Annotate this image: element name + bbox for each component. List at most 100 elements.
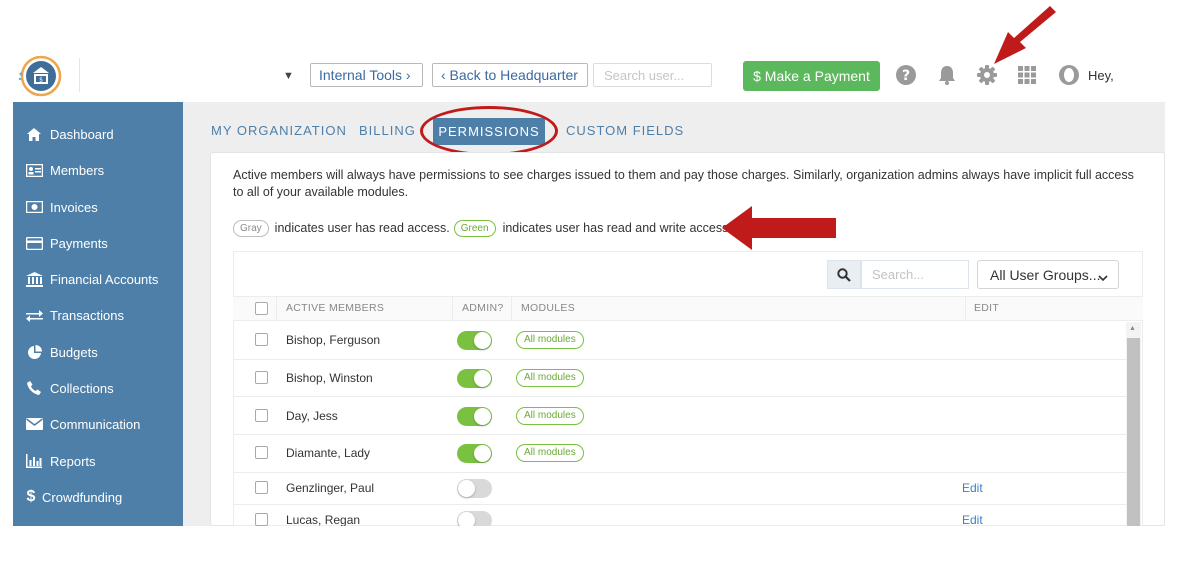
- search-icon[interactable]: [827, 260, 861, 289]
- tab-my-organization[interactable]: MY ORGANIZATION: [211, 123, 347, 138]
- column-divider: [965, 297, 966, 320]
- sidebar-item-label: Collections: [50, 380, 114, 396]
- admin-toggle[interactable]: [457, 331, 492, 350]
- modules-pill: All modules: [516, 444, 584, 462]
- bell-icon[interactable]: [935, 63, 959, 87]
- toggle-knob: [458, 480, 475, 497]
- row-checkbox[interactable]: [255, 446, 268, 459]
- toggle-knob: [474, 445, 491, 462]
- user-groups-value: All User Groups...: [990, 267, 1101, 283]
- sidebar-item-label: Reports: [50, 453, 96, 469]
- column-divider: [511, 297, 512, 320]
- id-card-icon: [25, 162, 43, 178]
- toggle-knob: [474, 408, 491, 425]
- row-divider: [233, 434, 1126, 435]
- user-greeting[interactable]: Hey,: [1088, 68, 1114, 83]
- search-user-input[interactable]: Search user...: [593, 63, 712, 87]
- sidebar-item-label: Budgets: [50, 344, 98, 360]
- sidebar-item-payments[interactable]: Payments: [13, 228, 183, 258]
- make-payment-button[interactable]: $ Make a Payment: [743, 61, 880, 91]
- column-header-edit: EDIT: [974, 302, 1000, 314]
- scroll-up-arrow-icon[interactable]: ▲: [1129, 325, 1136, 332]
- sidebar-item-label: Members: [50, 162, 105, 178]
- bar-chart-icon: [25, 453, 43, 469]
- member-name: Lucas, Regan: [286, 513, 361, 527]
- pie-chart-icon: [25, 344, 43, 360]
- sidebar-item-label: Crowdfunding: [42, 489, 123, 505]
- column-divider: [276, 297, 277, 320]
- sidebar-item-members[interactable]: Members: [13, 155, 183, 185]
- admin-toggle[interactable]: [457, 444, 492, 463]
- sidebar-item-collections[interactable]: Collections: [13, 373, 183, 403]
- internal-tools-button[interactable]: Internal Tools ›: [310, 63, 423, 87]
- row-checkbox[interactable]: [255, 513, 268, 526]
- tab-custom-fields[interactable]: CUSTOM FIELDS: [566, 123, 684, 138]
- row-divider: [233, 472, 1126, 473]
- sidebar-item-label: Transactions: [50, 307, 124, 323]
- legend-green-text: indicates user has read and write access…: [502, 221, 732, 235]
- phone-icon: [25, 380, 43, 396]
- sidebar: Dashboard Members Invoices Payments Fina…: [13, 102, 183, 526]
- sidebar-item-label: Financial Accounts: [50, 271, 159, 287]
- bank-icon: [25, 271, 43, 287]
- toggle-knob: [474, 370, 491, 387]
- annotation-arrow-legend-icon: [722, 206, 836, 250]
- sidebar-item-reports[interactable]: Reports: [13, 446, 183, 476]
- dollar-icon: $: [26, 488, 36, 505]
- back-to-headquarter-button[interactable]: ‹ Back to Headquarter: [432, 63, 588, 87]
- admin-toggle[interactable]: [457, 407, 492, 426]
- row-divider: [233, 504, 1126, 505]
- edit-link[interactable]: Edit: [962, 513, 983, 527]
- row-checkbox[interactable]: [255, 409, 268, 422]
- tab-billing[interactable]: BILLING: [359, 123, 416, 138]
- sidebar-item-transactions[interactable]: Transactions: [13, 300, 183, 330]
- permissions-description: Active members will always have permissi…: [233, 168, 1134, 199]
- member-search-input[interactable]: Search...: [861, 260, 969, 289]
- sidebar-item-communication[interactable]: Communication: [13, 409, 183, 439]
- org-dropdown-caret-icon[interactable]: ▼: [283, 70, 294, 82]
- select-all-checkbox[interactable]: [255, 302, 268, 315]
- column-header-admin[interactable]: ADMIN?: [462, 302, 503, 314]
- column-header-members[interactable]: ACTIVE MEMBERS: [286, 302, 384, 314]
- access-legend: Gray indicates user has read access. Gre…: [233, 218, 732, 238]
- sidebar-item-label: Invoices: [50, 199, 98, 215]
- member-name: Bishop, Ferguson: [286, 333, 381, 347]
- sidebar-item-budgets[interactable]: Budgets: [13, 337, 183, 367]
- svg-text:$: $: [39, 77, 43, 84]
- org-logo[interactable]: $: [17, 54, 63, 98]
- modules-pill: All modules: [516, 369, 584, 387]
- member-name: Bishop, Winston: [286, 371, 373, 385]
- modules-pill: All modules: [516, 331, 584, 349]
- row-checkbox[interactable]: [255, 333, 268, 346]
- exchange-icon: [25, 307, 43, 323]
- sidebar-item-financial-accounts[interactable]: Financial Accounts: [13, 264, 183, 294]
- row-divider: [233, 396, 1126, 397]
- edit-link[interactable]: Edit: [962, 481, 983, 495]
- sidebar-item-crowdfunding[interactable]: $ Crowdfunding: [13, 482, 183, 512]
- help-icon[interactable]: ?: [894, 63, 918, 87]
- column-header-modules[interactable]: MODULES: [521, 302, 575, 314]
- user-groups-select[interactable]: All User Groups...: [977, 260, 1119, 289]
- legend-green-pill: Green: [453, 219, 496, 237]
- modules-pill: All modules: [516, 407, 584, 425]
- header-divider: [79, 58, 80, 92]
- invoice-icon: [25, 199, 43, 215]
- legend-gray-pill: Gray: [233, 219, 269, 237]
- chevron-down-icon: [1098, 269, 1108, 285]
- member-name: Genzlinger, Paul: [286, 481, 375, 495]
- admin-toggle[interactable]: [457, 479, 492, 498]
- annotation-circle: [420, 106, 558, 156]
- member-name: Day, Jess: [286, 409, 338, 423]
- admin-toggle[interactable]: [457, 369, 492, 388]
- page: $ ▼ Internal Tools › ‹ Back to Headquart…: [0, 0, 1180, 571]
- credit-card-icon: [25, 235, 43, 251]
- scrollbar-thumb[interactable]: [1127, 338, 1140, 526]
- row-checkbox[interactable]: [255, 371, 268, 384]
- home-icon: [25, 126, 43, 142]
- sidebar-item-dashboard[interactable]: Dashboard: [13, 119, 183, 149]
- sidebar-item-invoices[interactable]: Invoices: [13, 192, 183, 222]
- legend-gray-text: indicates user has read access.: [274, 221, 450, 235]
- bottom-whitespace: [0, 526, 1180, 571]
- row-divider: [233, 359, 1126, 360]
- row-checkbox[interactable]: [255, 481, 268, 494]
